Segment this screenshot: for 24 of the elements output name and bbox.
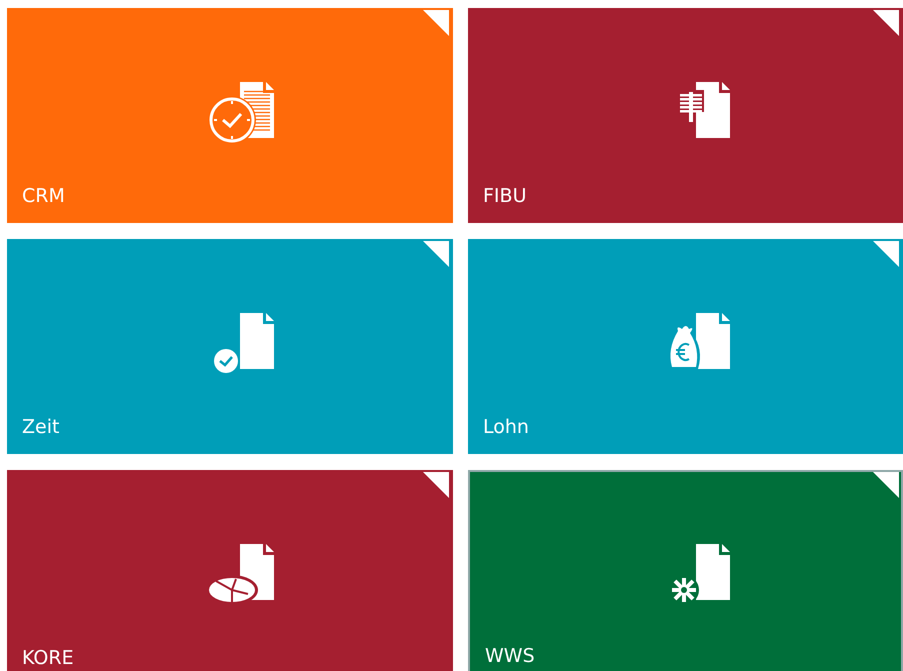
tile-label: FIBU bbox=[483, 185, 526, 207]
check-circle-icon bbox=[212, 346, 240, 374]
clock-icon bbox=[208, 96, 256, 144]
tile-label: Lohn bbox=[483, 416, 529, 438]
corner-triangle-icon bbox=[423, 472, 449, 498]
app-tile[interactable]: FIBU bbox=[468, 8, 903, 223]
app-tile[interactable]: WWS bbox=[468, 470, 903, 671]
tile-label: KORE bbox=[22, 647, 74, 669]
document-icon bbox=[696, 544, 730, 600]
tile-label: CRM bbox=[22, 185, 65, 207]
tile-label: WWS bbox=[485, 645, 535, 667]
corner-triangle-icon bbox=[423, 10, 449, 36]
corner-triangle-icon bbox=[873, 241, 899, 267]
app-tile[interactable]: KORE bbox=[7, 470, 453, 671]
pie-chart-icon bbox=[206, 574, 258, 604]
app-tile[interactable]: Zeit bbox=[7, 239, 453, 454]
corner-triangle-icon bbox=[873, 472, 899, 498]
document-icon bbox=[696, 312, 730, 368]
app-tile[interactable]: Lohn bbox=[468, 239, 903, 454]
table-icon bbox=[678, 90, 704, 122]
tile-label: Zeit bbox=[22, 416, 60, 438]
document-icon bbox=[240, 312, 274, 368]
corner-triangle-icon bbox=[873, 10, 899, 36]
corner-triangle-icon bbox=[423, 241, 449, 267]
